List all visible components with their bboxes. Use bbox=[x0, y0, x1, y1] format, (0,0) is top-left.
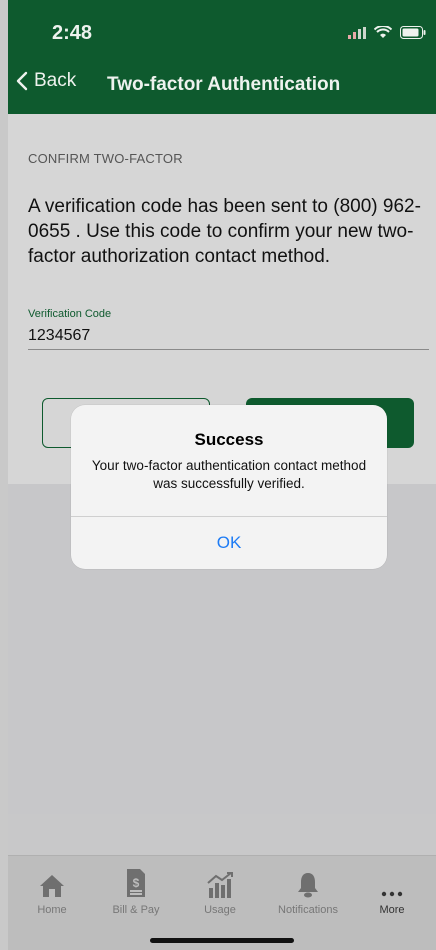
tab-label-home: Home bbox=[37, 904, 67, 916]
status-time: 2:48 bbox=[52, 22, 93, 44]
section-label: CONFIRM TWO-FACTOR bbox=[28, 151, 183, 166]
verification-code-label: Verification Code bbox=[28, 308, 112, 320]
header: 2:48 Back Two-factor Authentication bbox=[8, 0, 436, 114]
status-icons bbox=[348, 26, 426, 39]
tab-more[interactable]: More bbox=[350, 864, 434, 916]
verification-code-input[interactable]: 1234567 bbox=[28, 327, 90, 345]
home-indicator bbox=[150, 938, 294, 943]
tab-bar: Home $ Bill & Pay Usage Notifications Mo… bbox=[8, 855, 436, 950]
signal-icon bbox=[348, 26, 366, 39]
more-dots-icon bbox=[381, 891, 403, 897]
home-icon bbox=[40, 875, 64, 897]
tab-label-bill-pay: Bill & Pay bbox=[112, 904, 160, 916]
tab-home[interactable]: Home bbox=[10, 864, 94, 916]
chevron-left-icon bbox=[16, 71, 28, 91]
bill-icon: $ bbox=[127, 869, 145, 897]
tab-bill-pay[interactable]: $ Bill & Pay bbox=[94, 864, 178, 916]
back-label: Back bbox=[34, 70, 77, 91]
back-button[interactable]: Back bbox=[16, 70, 76, 92]
tab-label-usage: Usage bbox=[204, 904, 236, 916]
usage-chart-icon bbox=[207, 872, 233, 898]
verification-message: A verification code has been sent to (80… bbox=[28, 196, 421, 267]
input-underline bbox=[28, 349, 429, 350]
wifi-icon bbox=[374, 26, 392, 38]
alert-title: Success bbox=[194, 430, 264, 449]
tab-label-notifications: Notifications bbox=[278, 904, 338, 916]
success-alert: Success Your two-factor authentication c… bbox=[71, 405, 387, 569]
svg-text:$: $ bbox=[133, 876, 140, 890]
tab-notifications[interactable]: Notifications bbox=[266, 864, 350, 916]
page-title: Two-factor Authentication bbox=[107, 74, 341, 95]
battery-icon bbox=[400, 26, 426, 39]
tab-usage[interactable]: Usage bbox=[178, 864, 262, 916]
alert-message: Your two-factor authentication contact m… bbox=[91, 458, 367, 491]
bell-icon bbox=[298, 873, 318, 898]
app-screen: 2:48 Back Two-factor Authentication CONF… bbox=[8, 0, 436, 950]
tab-label-more: More bbox=[379, 904, 405, 916]
ok-button[interactable]: OK bbox=[71, 517, 387, 569]
